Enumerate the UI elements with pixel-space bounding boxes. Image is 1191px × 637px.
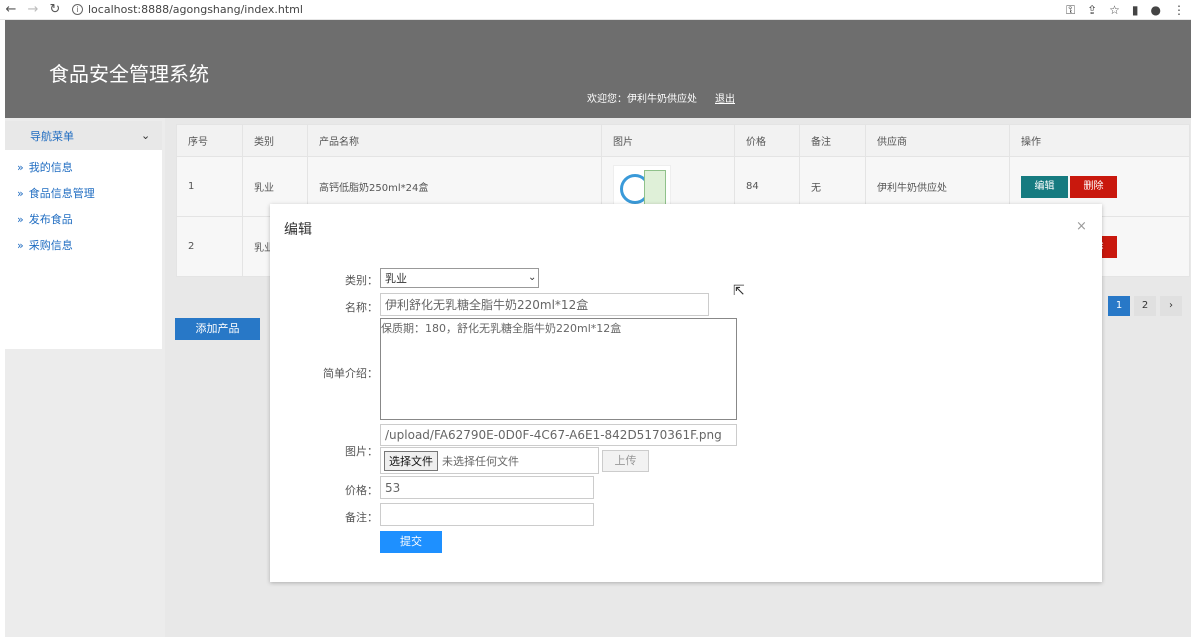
nav-menu-header[interactable]: 导航菜单 ⌄ (5, 121, 162, 150)
logout-link[interactable]: 退出 (715, 90, 735, 105)
sidebar-item-my-info[interactable]: » 我的信息 (5, 154, 162, 180)
submit-button[interactable]: 提交 (380, 531, 442, 553)
upload-button[interactable]: 上传 (602, 450, 649, 472)
cell-no: 2 (176, 216, 243, 277)
share-icon[interactable]: ⇪ (1087, 3, 1097, 17)
sidebar-item-label: 食品信息管理 (28, 187, 95, 200)
page-button[interactable]: 1 (1108, 296, 1130, 316)
more-menu-icon[interactable]: ⋮ (1173, 3, 1185, 17)
category-label: 类别： (345, 274, 378, 287)
chevron-down-icon: ⌄ (528, 272, 537, 283)
sidebar-toggle-icon[interactable]: ▮ (1132, 3, 1139, 17)
double-chevron-right-icon: » (17, 238, 24, 252)
edit-button[interactable]: 编辑 (1021, 175, 1068, 198)
reload-icon[interactable]: ↻ (44, 2, 66, 17)
add-product-button[interactable]: 添加产品 (175, 318, 260, 340)
bookmark-star-icon[interactable]: ☆ (1109, 3, 1120, 17)
info-icon[interactable]: i (72, 4, 83, 15)
image-path-input[interactable]: /upload/FA62790E-0D0F-4C67-A6E1-842D5170… (380, 424, 737, 446)
name-label: 名称： (345, 301, 378, 314)
price-label: 价格： (345, 484, 378, 497)
pagination: 1 2 › (1108, 296, 1182, 316)
sidebar-item-label: 采购信息 (28, 239, 73, 252)
address-text: localhost:8888/agongshang/index.html (88, 3, 303, 16)
table-header-row: 序号 类别 产品名称 图片 价格 备注 供应商 操作 (176, 124, 1190, 157)
column-header: 价格 (734, 124, 800, 157)
category-select[interactable]: 乳业 (380, 268, 539, 288)
page-button[interactable]: 2 (1134, 296, 1156, 316)
close-icon[interactable]: × (1076, 219, 1087, 234)
double-chevron-right-icon: » (17, 212, 24, 226)
sidebar-item-label: 发布食品 (28, 213, 73, 226)
browser-actions: ⚿ ⇪ ☆ ▮ ● ⋮ (1066, 0, 1185, 20)
chevron-down-icon: ⌄ (141, 129, 151, 142)
address-bar[interactable]: i localhost:8888/agongshang/index.html (72, 3, 303, 16)
profile-icon[interactable]: ● (1151, 3, 1161, 17)
sidebar-item-publish-food[interactable]: » 发布食品 (5, 206, 162, 232)
product-image (613, 164, 671, 209)
note-label: 备注： (345, 511, 378, 524)
column-header: 供应商 (865, 124, 1010, 157)
price-input[interactable]: 53 (380, 476, 594, 499)
column-header: 类别 (242, 124, 308, 157)
choose-file-button[interactable]: 选择文件 (384, 450, 438, 471)
double-chevron-right-icon: » (17, 186, 24, 200)
sidebar: 导航菜单 ⌄ » 我的信息 » 食品信息管理 » 发布食品 » 采购信息 (5, 118, 165, 637)
edit-modal: 编辑 × 类别： 乳业 ⌄ 名称： 伊利舒化无乳糖全脂牛奶220ml*12盒 简… (270, 204, 1102, 582)
file-status-text: 未选择任何文件 (442, 454, 519, 468)
column-header: 图片 (601, 124, 735, 157)
intro-textarea[interactable]: 保质期：180，舒化无乳糖全脂牛奶220ml*12盒 (380, 318, 737, 420)
sidebar-item-label: 我的信息 (28, 161, 73, 174)
name-input[interactable]: 伊利舒化无乳糖全脂牛奶220ml*12盒 (380, 293, 709, 316)
column-header: 操作 (1009, 124, 1190, 157)
nav-menu: 导航菜单 ⌄ » 我的信息 » 食品信息管理 » 发布食品 » 采购信息 (5, 121, 162, 349)
double-chevron-right-icon: » (17, 160, 24, 174)
mouse-cursor-icon: ⇱ (733, 283, 745, 299)
intro-label: 简单介绍： (323, 367, 378, 380)
modal-title: 编辑 (284, 222, 312, 238)
next-page-icon[interactable]: › (1160, 296, 1182, 316)
column-header: 备注 (799, 124, 866, 157)
browser-toolbar: ← → ↻ i localhost:8888/agongshang/index.… (0, 0, 1191, 20)
cell-no: 1 (176, 156, 243, 217)
key-icon[interactable]: ⚿ (1066, 3, 1075, 18)
image-label: 图片： (345, 445, 378, 458)
column-header: 序号 (176, 124, 243, 157)
system-title: 食品安全管理系统 (49, 62, 209, 86)
note-input[interactable] (380, 503, 594, 526)
file-chooser[interactable]: 选择文件 未选择任何文件 (380, 447, 599, 474)
sidebar-item-purchase-info[interactable]: » 采购信息 (5, 232, 162, 258)
back-icon[interactable]: ← (0, 2, 22, 17)
forward-icon[interactable]: → (22, 2, 44, 17)
app-header: 食品安全管理系统 欢迎您：伊利牛奶供应处 退出 (5, 20, 1191, 118)
delete-button[interactable]: 删除 (1070, 175, 1117, 198)
welcome-text: 欢迎您：伊利牛奶供应处 (587, 94, 697, 105)
nav-menu-title: 导航菜单 (30, 129, 74, 143)
column-header: 产品名称 (307, 124, 602, 157)
sidebar-item-food-management[interactable]: » 食品信息管理 (5, 180, 162, 206)
